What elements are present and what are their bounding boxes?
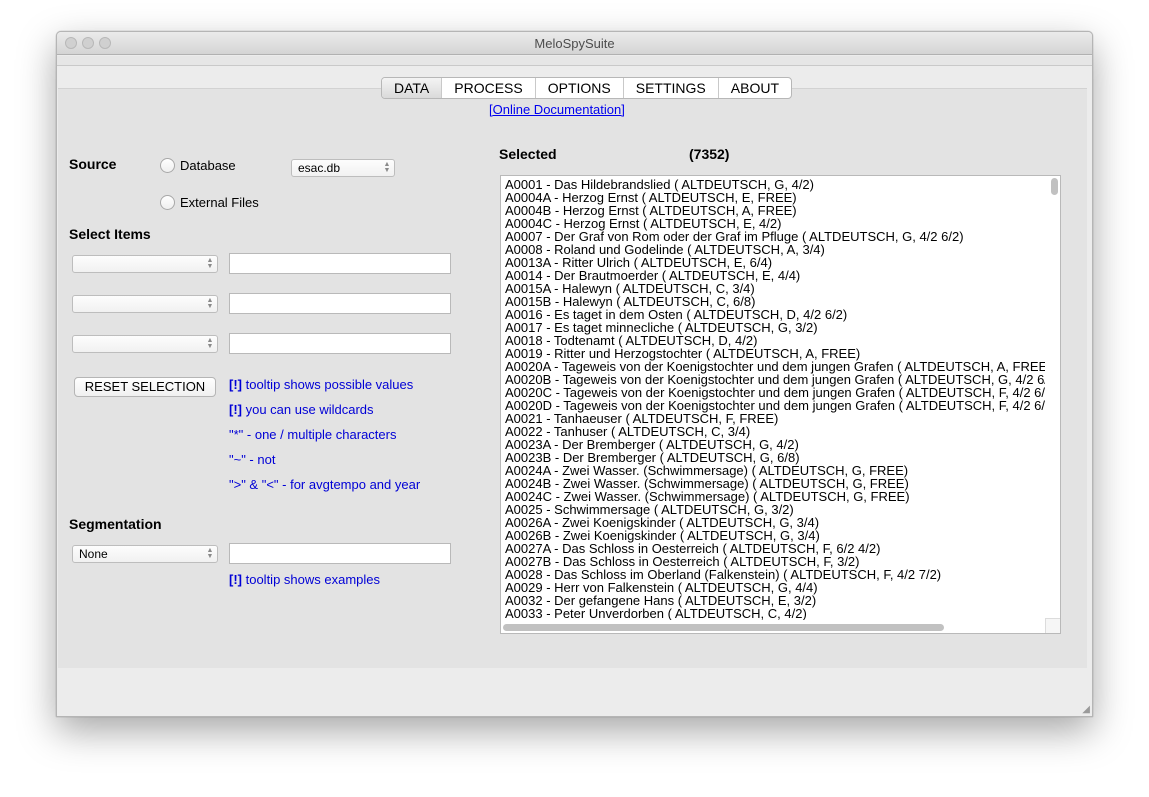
hint-mark: [!]: [229, 377, 242, 392]
segmentation-select[interactable]: None ▲ ▼: [72, 545, 218, 563]
hint-segmentation-examples: [!] tooltip shows examples: [229, 572, 380, 587]
tab-bar: DATA PROCESS OPTIONS SETTINGS ABOUT: [381, 77, 792, 99]
vertical-scrollbar[interactable]: [1051, 178, 1058, 195]
external-files-label: External Files: [180, 195, 259, 210]
database-select[interactable]: esac.db ▲ ▼: [291, 159, 395, 177]
hint-comparison: ">" & "<" - for avgtempo and year: [229, 477, 421, 492]
online-documentation-link[interactable]: [Online Documentation]: [489, 102, 625, 117]
selected-count: (7352): [689, 146, 730, 162]
hint-text: you can use wildcards: [242, 402, 374, 417]
select-value-input-1[interactable]: [229, 253, 451, 274]
zoom-window-button[interactable]: [99, 37, 111, 49]
list-item[interactable]: A0033 - Peter Unverdorben ( ALTDEUTSCH, …: [505, 607, 1045, 620]
title-bar: MeloSpySuite: [57, 32, 1092, 55]
list-content: A0001 - Das Hildebrandslied ( ALTDEUTSCH…: [505, 178, 1045, 620]
hint-wildcard-not: "~" - not: [229, 452, 276, 467]
hint-text: tooltip shows possible values: [242, 377, 414, 392]
stepper-arrows-icon: ▲ ▼: [206, 337, 214, 350]
toolbar-strip: [57, 56, 1092, 66]
hint-mark: [!]: [229, 572, 242, 587]
select-value-input-2[interactable]: [229, 293, 451, 314]
select-field-combo-3[interactable]: ▲ ▼: [72, 335, 218, 353]
select-value-input-3[interactable]: [229, 333, 451, 354]
tab-options[interactable]: OPTIONS: [536, 78, 624, 98]
stepper-arrows-icon: ▲ ▼: [206, 297, 214, 310]
tab-settings[interactable]: SETTINGS: [624, 78, 719, 98]
segmentation-heading: Segmentation: [69, 516, 162, 532]
hint-text: tooltip shows examples: [242, 572, 381, 587]
minimize-window-button[interactable]: [82, 37, 94, 49]
database-radio[interactable]: Database: [160, 158, 236, 173]
hint-wildcards: [!] you can use wildcards: [229, 402, 374, 417]
hint-mark: [!]: [229, 402, 242, 417]
segmentation-input[interactable]: [229, 543, 451, 564]
selected-items-list[interactable]: A0001 - Das Hildebrandslied ( ALTDEUTSCH…: [500, 175, 1061, 634]
external-files-radio[interactable]: External Files: [160, 195, 259, 210]
stepper-arrows-icon: ▲ ▼: [206, 257, 214, 270]
tab-data[interactable]: DATA: [382, 78, 443, 98]
segmentation-value: None: [79, 547, 108, 561]
hint-possible-values: [!] tooltip shows possible values: [229, 377, 413, 392]
stepper-arrows-icon: ▲ ▼: [383, 161, 391, 174]
tab-about[interactable]: ABOUT: [719, 78, 791, 98]
window-title: MeloSpySuite: [534, 36, 615, 51]
close-window-button[interactable]: [65, 37, 77, 49]
stepper-arrows-icon: ▲ ▼: [206, 547, 214, 560]
window-controls: [65, 37, 116, 52]
source-heading: Source: [69, 156, 117, 172]
select-field-combo-1[interactable]: ▲ ▼: [72, 255, 218, 273]
tab-process[interactable]: PROCESS: [442, 78, 536, 98]
database-label: Database: [180, 158, 236, 173]
radio-circle[interactable]: [160, 195, 175, 210]
database-value: esac.db: [298, 161, 341, 175]
radio-circle[interactable]: [160, 158, 175, 173]
selected-heading: Selected: [499, 146, 557, 162]
hint-wildcard-star: "*" - one / multiple characters: [229, 427, 397, 442]
scroll-corner: [1045, 618, 1060, 633]
select-field-combo-2[interactable]: ▲ ▼: [72, 295, 218, 313]
app-window: MeloSpySuite DATA PROCESS OPTIONS SETTIN…: [56, 31, 1093, 717]
reset-selection-button[interactable]: RESET SELECTION: [74, 377, 216, 397]
select-items-heading: Select Items: [69, 226, 151, 242]
resize-grip-icon[interactable]: ◢: [1082, 704, 1090, 715]
horizontal-scrollbar[interactable]: [503, 624, 944, 631]
